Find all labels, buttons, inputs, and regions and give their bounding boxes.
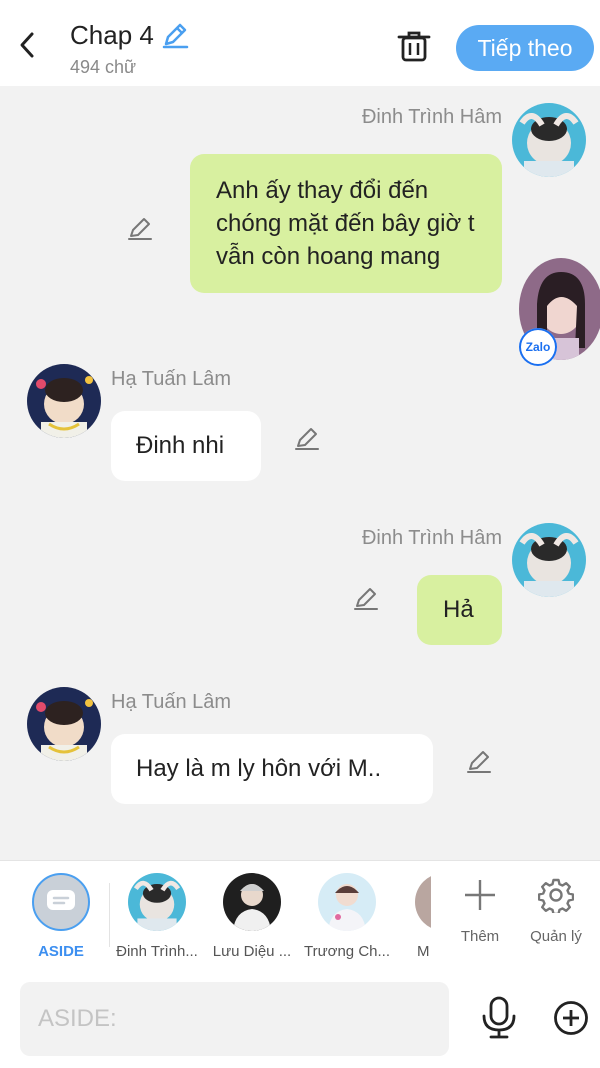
avatar bbox=[223, 873, 281, 931]
character-label: Lưu Diệu ... bbox=[212, 943, 292, 960]
aside-avatar bbox=[32, 873, 90, 931]
pencil-icon[interactable] bbox=[465, 747, 493, 775]
manage-button[interactable]: Quản lý bbox=[521, 877, 591, 945]
character-label: M bbox=[417, 943, 430, 960]
add-character-button[interactable]: Thêm bbox=[445, 877, 515, 945]
trash-icon[interactable] bbox=[396, 28, 432, 64]
character-aside[interactable]: ASIDE bbox=[16, 873, 106, 960]
zalo-chat-head[interactable]: Zalo bbox=[519, 258, 600, 366]
sender-name: Đinh Trình Hâm bbox=[361, 106, 502, 128]
zalo-badge: Zalo bbox=[519, 328, 557, 366]
add-circle-icon[interactable] bbox=[553, 1000, 589, 1036]
character-truong-ch[interactable]: Trương Ch... bbox=[302, 873, 392, 960]
sender-name: Hạ Tuấn Lâm bbox=[111, 691, 232, 713]
page-title: Chap 4 bbox=[70, 20, 154, 50]
avatar bbox=[128, 873, 186, 931]
avatar[interactable] bbox=[27, 364, 101, 438]
message-bubble[interactable]: Hả bbox=[417, 575, 502, 645]
character-partial[interactable]: M bbox=[397, 873, 431, 960]
character-label: Đinh Trình... bbox=[116, 943, 198, 960]
back-button[interactable] bbox=[10, 28, 44, 62]
avatar bbox=[415, 873, 431, 931]
character-bar: ASIDE Đinh Trình... Lưu Diệu ... Trương … bbox=[0, 860, 600, 970]
tool-label: Quản lý bbox=[530, 928, 582, 945]
divider bbox=[109, 883, 110, 947]
message-bubble[interactable]: Hay là m ly hôn với M.. bbox=[111, 734, 433, 804]
pencil-icon[interactable] bbox=[126, 214, 154, 242]
message-bubble[interactable]: Đinh nhi bbox=[111, 411, 261, 481]
avatar[interactable] bbox=[512, 523, 586, 597]
sender-name: Đinh Trình Hâm bbox=[361, 527, 502, 549]
pencil-icon[interactable] bbox=[293, 424, 321, 452]
sender-name: Hạ Tuấn Lâm bbox=[111, 368, 232, 390]
plus-icon bbox=[465, 880, 495, 910]
message-bubble[interactable]: Anh ấy thay đổi đến chóng mặt đến bây gi… bbox=[190, 154, 502, 293]
edit-title-icon[interactable] bbox=[160, 20, 190, 50]
header: Chap 4 494 chữ Tiếp theo bbox=[0, 0, 600, 86]
tool-label: Thêm bbox=[460, 928, 500, 945]
avatar bbox=[318, 873, 376, 931]
message-input[interactable] bbox=[20, 982, 449, 1056]
character-label: Trương Ch... bbox=[303, 943, 390, 960]
word-count: 494 chữ bbox=[70, 57, 137, 77]
chevron-left-icon bbox=[20, 32, 34, 58]
avatar[interactable] bbox=[512, 103, 586, 177]
speech-bubble-icon bbox=[47, 890, 75, 910]
avatar[interactable] bbox=[27, 687, 101, 761]
pencil-icon[interactable] bbox=[352, 584, 380, 612]
character-label: ASIDE bbox=[38, 943, 84, 960]
character-luu-dieu[interactable]: Lưu Diệu ... bbox=[207, 873, 297, 960]
input-bar bbox=[0, 970, 600, 1068]
next-button[interactable]: Tiếp theo bbox=[456, 25, 594, 71]
character-dinh-trinh-ham[interactable]: Đinh Trình... bbox=[112, 873, 202, 960]
microphone-icon[interactable] bbox=[480, 996, 518, 1040]
gear-icon bbox=[537, 878, 575, 916]
chat-area: Đinh Trình Hâm Anh ấy thay đổi đến chóng… bbox=[0, 86, 600, 860]
